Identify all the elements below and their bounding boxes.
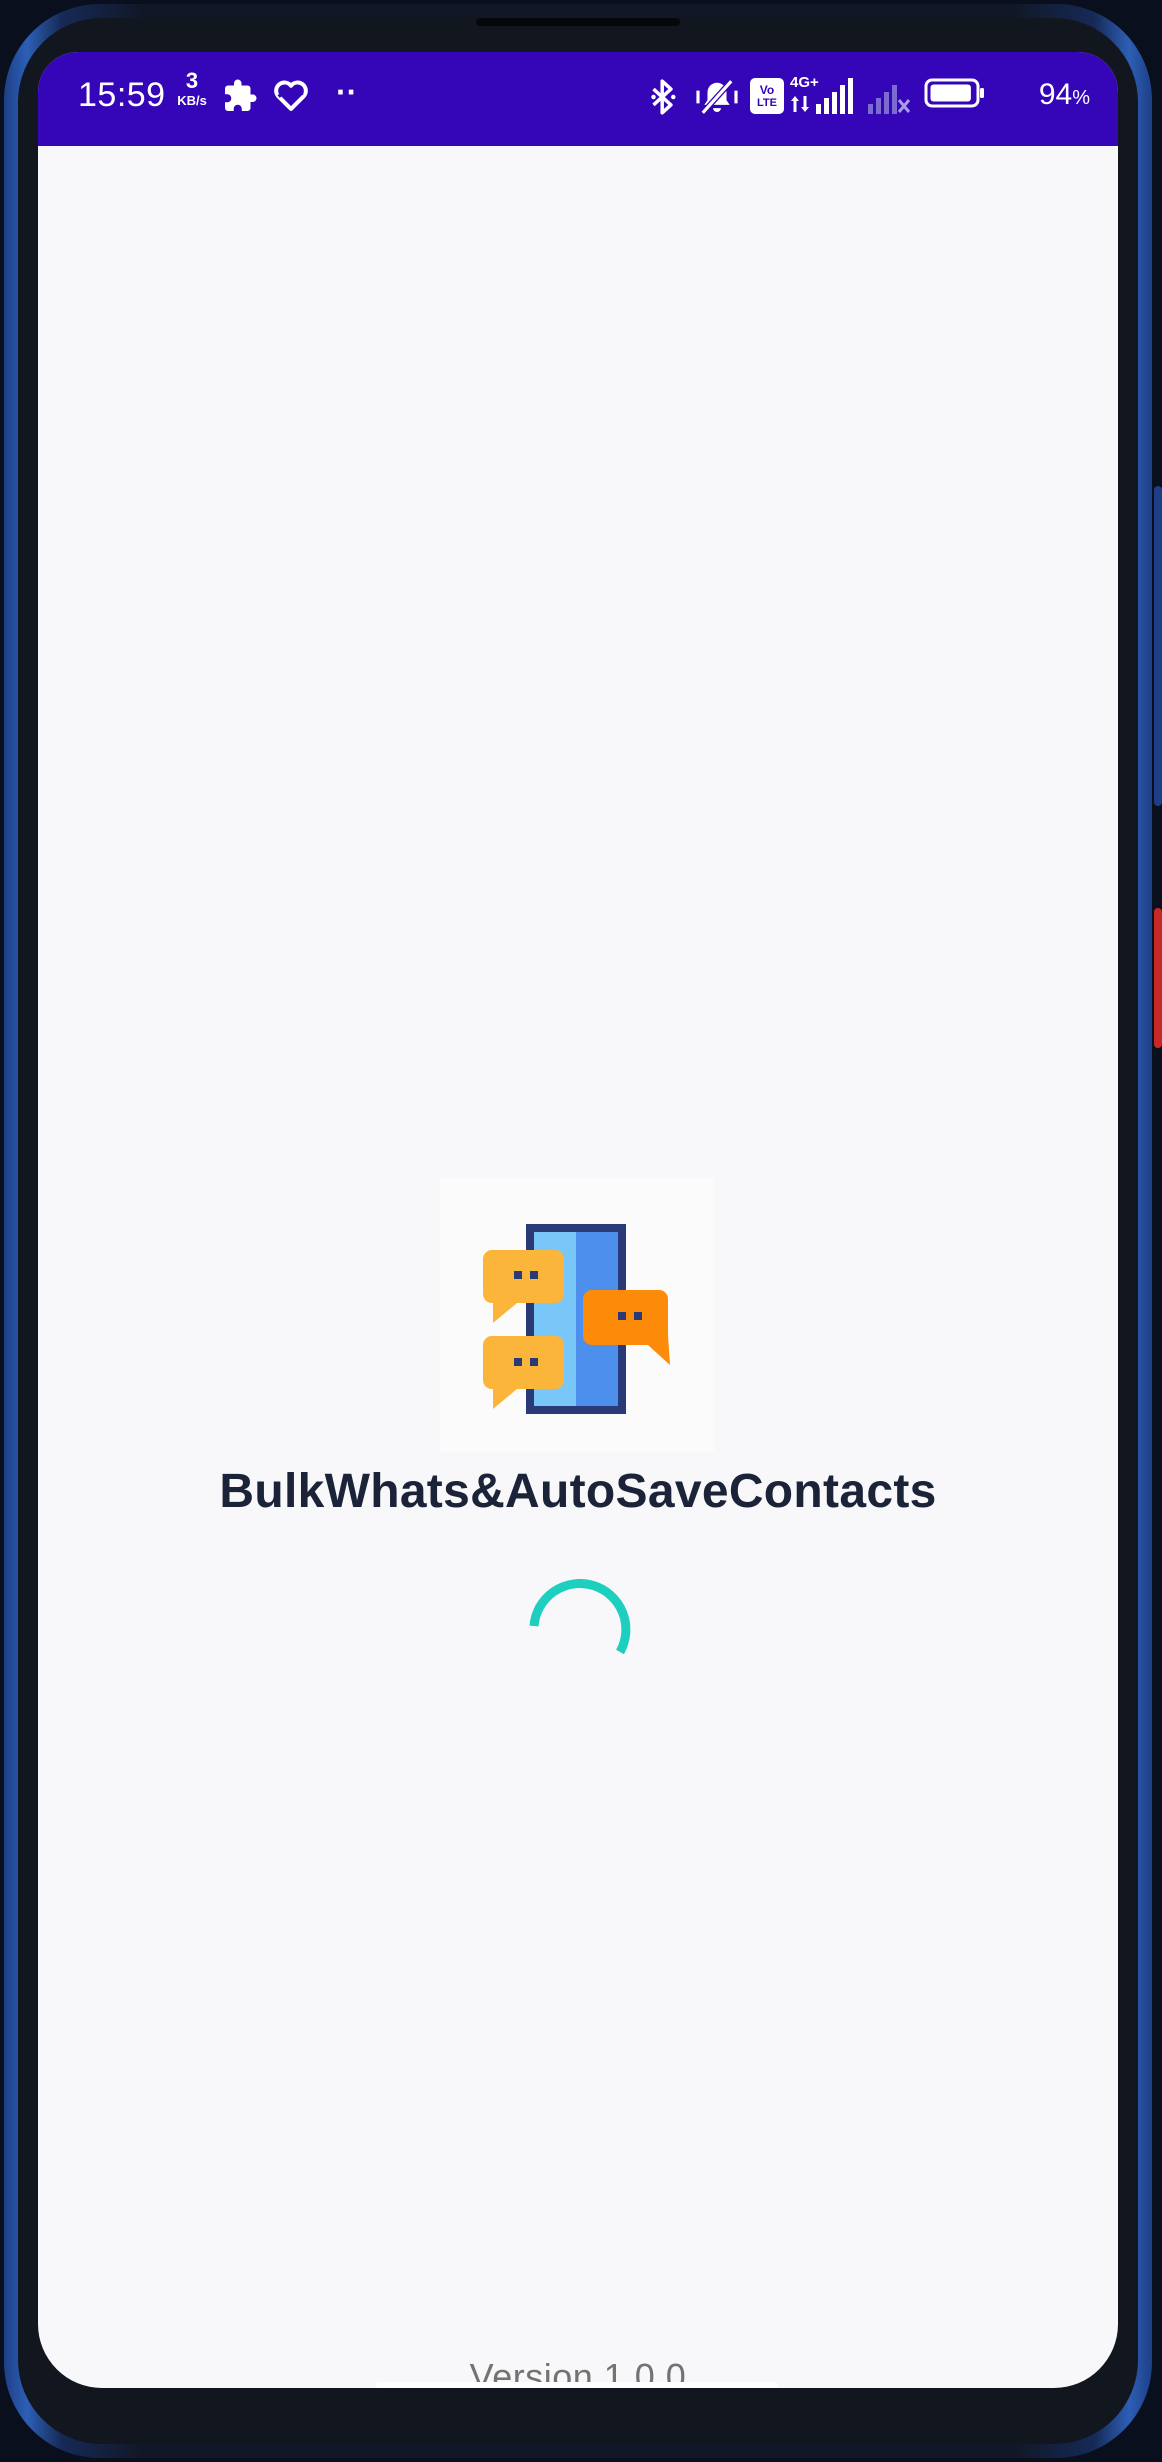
status-time: 15:59 [78, 76, 166, 114]
no-signal-icon [866, 78, 912, 114]
home-indicator[interactable] [376, 2382, 778, 2388]
battery-icon [924, 78, 986, 108]
device-frame: 15:59 3 KB/s ·· Vo LTE 4G+ 94% BulkWhats… [0, 0, 1162, 2462]
mute-vibrate-icon [694, 78, 740, 116]
app-title: BulkWhats&AutoSaveContacts [219, 1465, 937, 1518]
battery-percent: 94% [1039, 78, 1090, 112]
loading-spinner-icon [529, 1579, 631, 1655]
splash-screen: BulkWhats&AutoSaveContacts Version 1.0.0 [38, 146, 1118, 2388]
network-speed-unit: KB/s [177, 93, 207, 108]
data-arrows-icon [790, 96, 810, 112]
overflow-dots: ·· [336, 74, 358, 110]
earpiece-speaker [476, 18, 680, 26]
app-logo [440, 1178, 714, 1452]
heart-pulse-icon [272, 78, 310, 112]
battery-percent-value: 94 [1038, 78, 1073, 111]
volte-icon: Vo LTE [750, 78, 784, 114]
puzzle-icon [222, 78, 258, 114]
volume-button [1154, 486, 1162, 806]
power-button [1154, 908, 1162, 1048]
signal-icon [814, 78, 854, 114]
battery-percent-symbol: % [1072, 87, 1090, 109]
network-speed-value: 3 [185, 68, 199, 93]
volte-label-vo: Vo [759, 82, 775, 97]
chat-phone-logo-icon [482, 1224, 670, 1414]
status-bar: 15:59 3 KB/s ·· Vo LTE 4G+ 94% [38, 52, 1118, 146]
bluetooth-icon [648, 78, 678, 116]
volte-label-lte: LTE [757, 96, 777, 109]
phone-screen: 15:59 3 KB/s ·· Vo LTE 4G+ 94% BulkWhats… [38, 52, 1118, 2388]
network-speed: 3 KB/s [172, 68, 212, 108]
